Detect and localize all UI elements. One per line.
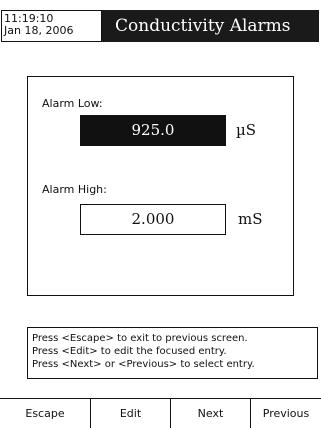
alarm-low-label: Alarm Low: — [42, 97, 103, 110]
edit-button[interactable]: Edit — [91, 399, 171, 428]
previous-button[interactable]: Previous — [251, 399, 321, 428]
alarm-low-unit: µS — [236, 121, 257, 139]
escape-button[interactable]: Escape — [0, 399, 91, 428]
screen-title: Conductivity Alarms — [102, 10, 319, 42]
alarm-low-value-field[interactable]: 925.0 — [80, 115, 226, 146]
help-line: Press <Edit> to edit the focused entry. — [32, 346, 227, 357]
help-text-box: Press <Escape> to exit to previous scree… — [27, 327, 318, 379]
datetime-display: 11:19:10 Jan 18, 2006 — [1, 10, 102, 42]
alarm-settings-panel: Alarm Low: 925.0 µS Alarm High: 2.000 mS — [27, 76, 294, 296]
alarm-high-value-field[interactable]: 2.000 — [80, 204, 226, 235]
alarm-high-unit: mS — [238, 210, 263, 228]
alarm-high-label: Alarm High: — [42, 183, 107, 196]
help-line: Press <Escape> to exit to previous scree… — [32, 333, 248, 344]
softkey-bar: Escape Edit Next Previous — [0, 398, 321, 428]
help-line: Press <Next> or <Previous> to select ent… — [32, 359, 255, 370]
next-button[interactable]: Next — [171, 399, 251, 428]
date-text: Jan 18, 2006 — [4, 24, 74, 37]
